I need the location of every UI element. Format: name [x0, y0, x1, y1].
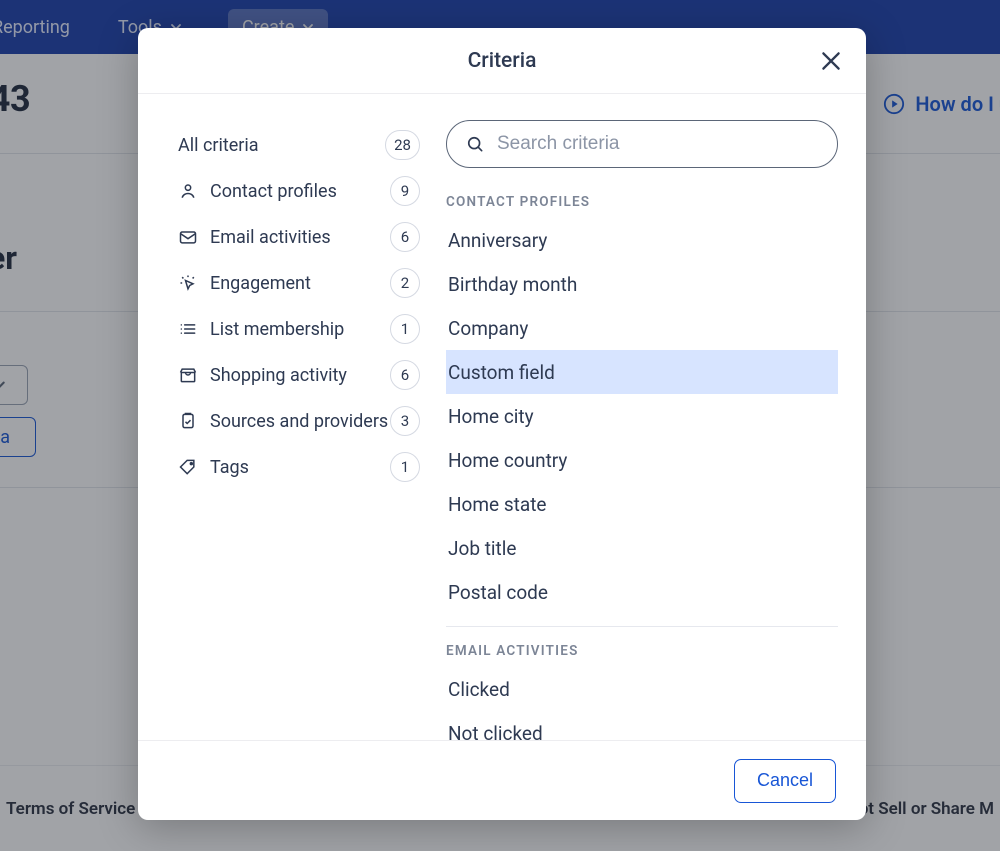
category-all-criteria[interactable]: All criteria 28	[178, 122, 420, 168]
modal-body: All criteria 28 Contact profiles 9	[138, 94, 866, 740]
category-label: All criteria	[178, 135, 259, 156]
close-icon	[818, 48, 844, 74]
criteria-item[interactable]: Not clicked	[446, 711, 838, 740]
category-count: 3	[390, 406, 420, 436]
category-label: Engagement	[210, 273, 311, 294]
modal-title: Criteria	[468, 49, 537, 73]
category-shopping-activity[interactable]: Shopping activity 6	[178, 352, 420, 398]
section-header-contact-profiles: CONTACT PROFILES	[446, 184, 838, 218]
category-sidebar: All criteria 28 Contact profiles 9	[138, 94, 432, 740]
click-icon	[178, 273, 198, 293]
profile-icon	[178, 181, 198, 201]
shop-icon	[178, 365, 198, 385]
category-label: Shopping activity	[210, 365, 347, 386]
criteria-item[interactable]: Company	[446, 306, 838, 350]
criteria-list[interactable]: CONTACT PROFILES Anniversary Birthday mo…	[446, 184, 838, 740]
criteria-item[interactable]: Job title	[446, 526, 838, 570]
cancel-button-label: Cancel	[757, 770, 813, 790]
criteria-item-label: Postal code	[448, 581, 548, 604]
criteria-item-label: Anniversary	[448, 229, 547, 252]
category-count: 9	[390, 176, 420, 206]
category-label: Email activities	[210, 227, 331, 248]
category-tags[interactable]: Tags 1	[178, 444, 420, 490]
section-divider	[446, 626, 838, 627]
modal-overlay: Criteria All criteria 28	[0, 0, 1000, 851]
criteria-item-label: Company	[448, 317, 528, 340]
mail-icon	[178, 227, 198, 247]
category-label: Tags	[210, 457, 249, 478]
category-count: 1	[390, 314, 420, 344]
search-icon	[465, 134, 485, 154]
category-count: 28	[385, 130, 420, 160]
criteria-list-column: CONTACT PROFILES Anniversary Birthday mo…	[432, 94, 866, 740]
criteria-item-label: Job title	[448, 537, 516, 560]
criteria-item-label: Birthday month	[448, 273, 577, 296]
criteria-item[interactable]: Anniversary	[446, 218, 838, 262]
category-list-membership[interactable]: List membership 1	[178, 306, 420, 352]
criteria-item[interactable]: Home city	[446, 394, 838, 438]
category-label: List membership	[210, 319, 344, 340]
criteria-item-custom-field[interactable]: Custom field	[446, 350, 838, 394]
list-icon	[178, 319, 198, 339]
category-contact-profiles[interactable]: Contact profiles 9	[178, 168, 420, 214]
criteria-item-label: Not clicked	[448, 722, 543, 741]
criteria-item[interactable]: Postal code	[446, 570, 838, 614]
tag-icon	[178, 457, 198, 477]
criteria-item[interactable]: Birthday month	[446, 262, 838, 306]
modal-header: Criteria	[138, 28, 866, 94]
category-count: 6	[390, 222, 420, 252]
section-header-email-activities: EMAIL ACTIVITIES	[446, 633, 838, 667]
cancel-button[interactable]: Cancel	[734, 759, 836, 803]
search-field-wrap[interactable]	[446, 120, 838, 168]
criteria-item-label: Home country	[448, 449, 567, 472]
criteria-modal: Criteria All criteria 28	[138, 28, 866, 820]
criteria-item-label: Clicked	[448, 678, 510, 701]
category-count: 1	[390, 452, 420, 482]
category-count: 6	[390, 360, 420, 390]
criteria-item[interactable]: Clicked	[446, 667, 838, 711]
category-label: Contact profiles	[210, 181, 337, 202]
criteria-item[interactable]: Home country	[446, 438, 838, 482]
criteria-item[interactable]: Home state	[446, 482, 838, 526]
criteria-item-label: Home city	[448, 405, 534, 428]
criteria-item-label: Custom field	[448, 361, 555, 384]
category-email-activities[interactable]: Email activities 6	[178, 214, 420, 260]
category-engagement[interactable]: Engagement 2	[178, 260, 420, 306]
category-count: 2	[390, 268, 420, 298]
clipboard-icon	[178, 411, 198, 431]
category-sources-providers[interactable]: Sources and providers 3	[178, 398, 420, 444]
search-input[interactable]	[497, 133, 819, 155]
close-button[interactable]	[818, 48, 844, 74]
criteria-item-label: Home state	[448, 493, 547, 516]
modal-footer: Cancel	[138, 740, 866, 820]
category-label: Sources and providers	[210, 411, 388, 432]
